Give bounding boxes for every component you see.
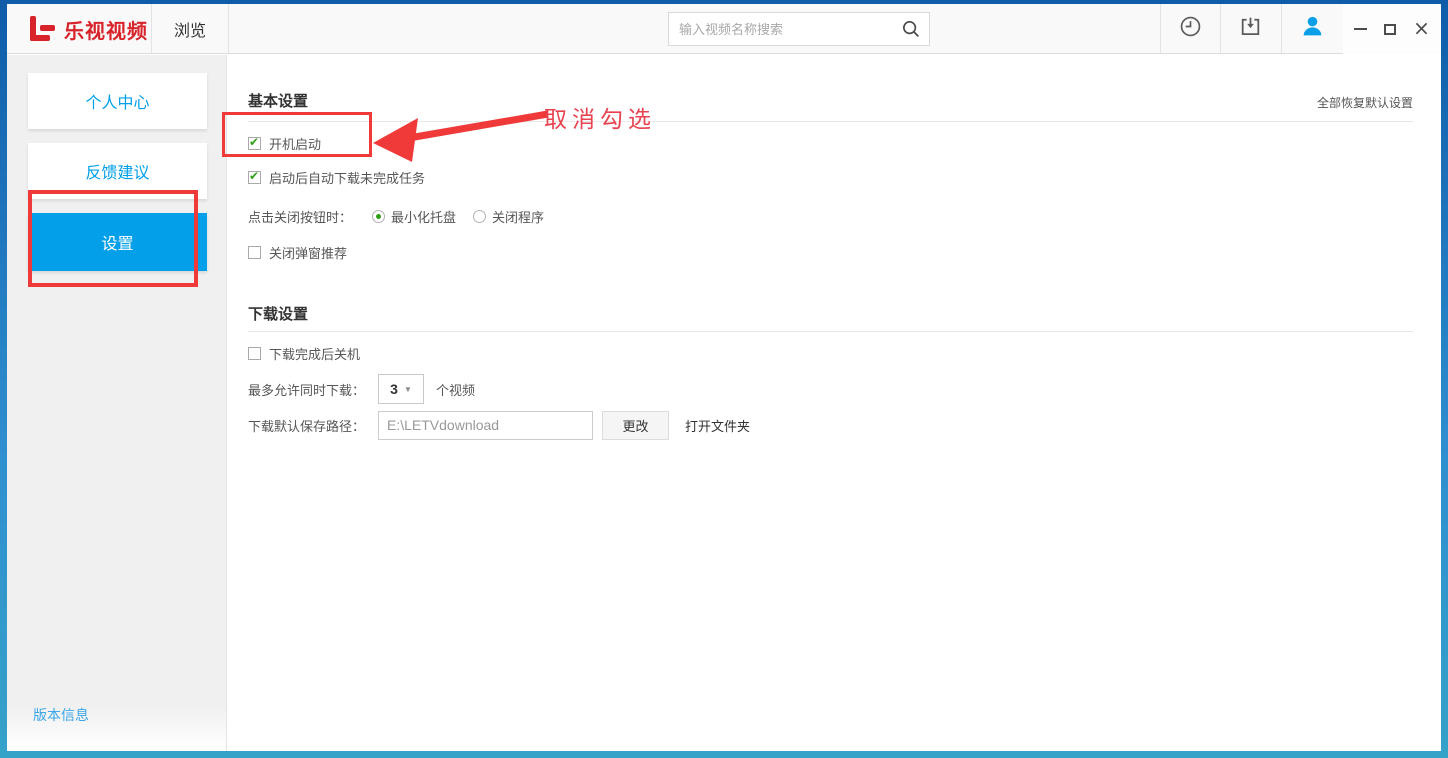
autostart-checkbox[interactable]: [248, 137, 261, 150]
max-concurrent-suffix: 个视频: [436, 380, 475, 399]
save-path-input[interactable]: [378, 411, 593, 440]
basic-settings-title: 基本设置: [248, 90, 308, 111]
history-button[interactable]: [1160, 4, 1220, 54]
downloads-button[interactable]: [1220, 4, 1281, 54]
disable-popup-row: 关闭弹窗推荐: [248, 244, 347, 260]
app-window: 乐视视频 浏览: [7, 4, 1441, 751]
top-bar: 乐视视频 浏览: [7, 4, 1441, 54]
open-folder-link[interactable]: 打开文件夹: [685, 416, 750, 435]
max-concurrent-value: 3: [390, 381, 398, 397]
shutdown-after-label[interactable]: 下载完成后关机: [269, 344, 360, 363]
autostart-label[interactable]: 开机启动: [269, 134, 321, 153]
search-input[interactable]: [669, 22, 900, 37]
user-account-button[interactable]: [1281, 4, 1343, 54]
sidebar: 个人中心 反馈建议 设置 版本信息: [7, 55, 227, 751]
exit-program-label[interactable]: 关闭程序: [492, 207, 544, 226]
minimize-button[interactable]: [1354, 28, 1367, 30]
disable-popup-label[interactable]: 关闭弹窗推荐: [269, 243, 347, 262]
letv-logo-icon: [30, 16, 55, 42]
dropdown-arrow-icon: [404, 385, 412, 394]
resume-downloads-row: 启动后自动下载未完成任务: [248, 169, 425, 185]
app-logo-text: 乐视视频: [64, 15, 148, 44]
close-action-row: 点击关闭按钮时： 最小化托盘 关闭程序: [248, 208, 544, 224]
search-icon[interactable]: [900, 18, 922, 40]
close-action-label: 点击关闭按钮时：: [248, 207, 372, 226]
tab-browse[interactable]: 浏览: [151, 4, 229, 54]
exit-program-radio[interactable]: [473, 210, 486, 223]
minimize-to-tray-label[interactable]: 最小化托盘: [391, 207, 456, 226]
save-path-label: 下载默认保存路径：: [248, 416, 378, 435]
maximize-button[interactable]: [1384, 24, 1396, 35]
divider: [248, 121, 1413, 122]
user-icon: [1299, 13, 1326, 45]
max-concurrent-label: 最多允许同时下载：: [248, 380, 378, 399]
save-path-row: 下载默认保存路径： 更改 打开文件夹: [248, 410, 750, 440]
resume-downloads-label[interactable]: 启动后自动下载未完成任务: [269, 168, 425, 187]
sidebar-item-feedback[interactable]: 反馈建议: [28, 143, 207, 199]
search-box: [668, 12, 930, 46]
download-settings-title: 下载设置: [248, 303, 308, 324]
sidebar-item-settings[interactable]: 设置: [28, 213, 207, 271]
max-concurrent-row: 最多允许同时下载： 3 个视频: [248, 374, 475, 404]
app-logo[interactable]: 乐视视频: [7, 4, 151, 54]
restore-defaults-link[interactable]: 全部恢复默认设置: [1317, 94, 1413, 111]
change-path-button[interactable]: 更改: [602, 411, 669, 440]
shutdown-after-row: 下载完成后关机: [248, 345, 360, 361]
max-concurrent-select[interactable]: 3: [378, 374, 424, 404]
version-info-link[interactable]: 版本信息: [33, 705, 89, 725]
autostart-row: 开机启动: [248, 135, 321, 151]
resume-downloads-checkbox[interactable]: [248, 171, 261, 184]
divider: [248, 331, 1413, 332]
shutdown-after-checkbox[interactable]: [248, 347, 261, 360]
minimize-to-tray-radio[interactable]: [372, 210, 385, 223]
window-controls: ×: [1343, 4, 1441, 54]
download-tray-icon: [1238, 14, 1263, 44]
close-button[interactable]: ×: [1413, 18, 1430, 38]
desktop: { "topbar": { "logo_text": "乐视视频", "brow…: [0, 0, 1448, 758]
clock-icon: [1178, 14, 1203, 44]
disable-popup-checkbox[interactable]: [248, 246, 261, 259]
sidebar-item-personal-center[interactable]: 个人中心: [28, 73, 207, 129]
